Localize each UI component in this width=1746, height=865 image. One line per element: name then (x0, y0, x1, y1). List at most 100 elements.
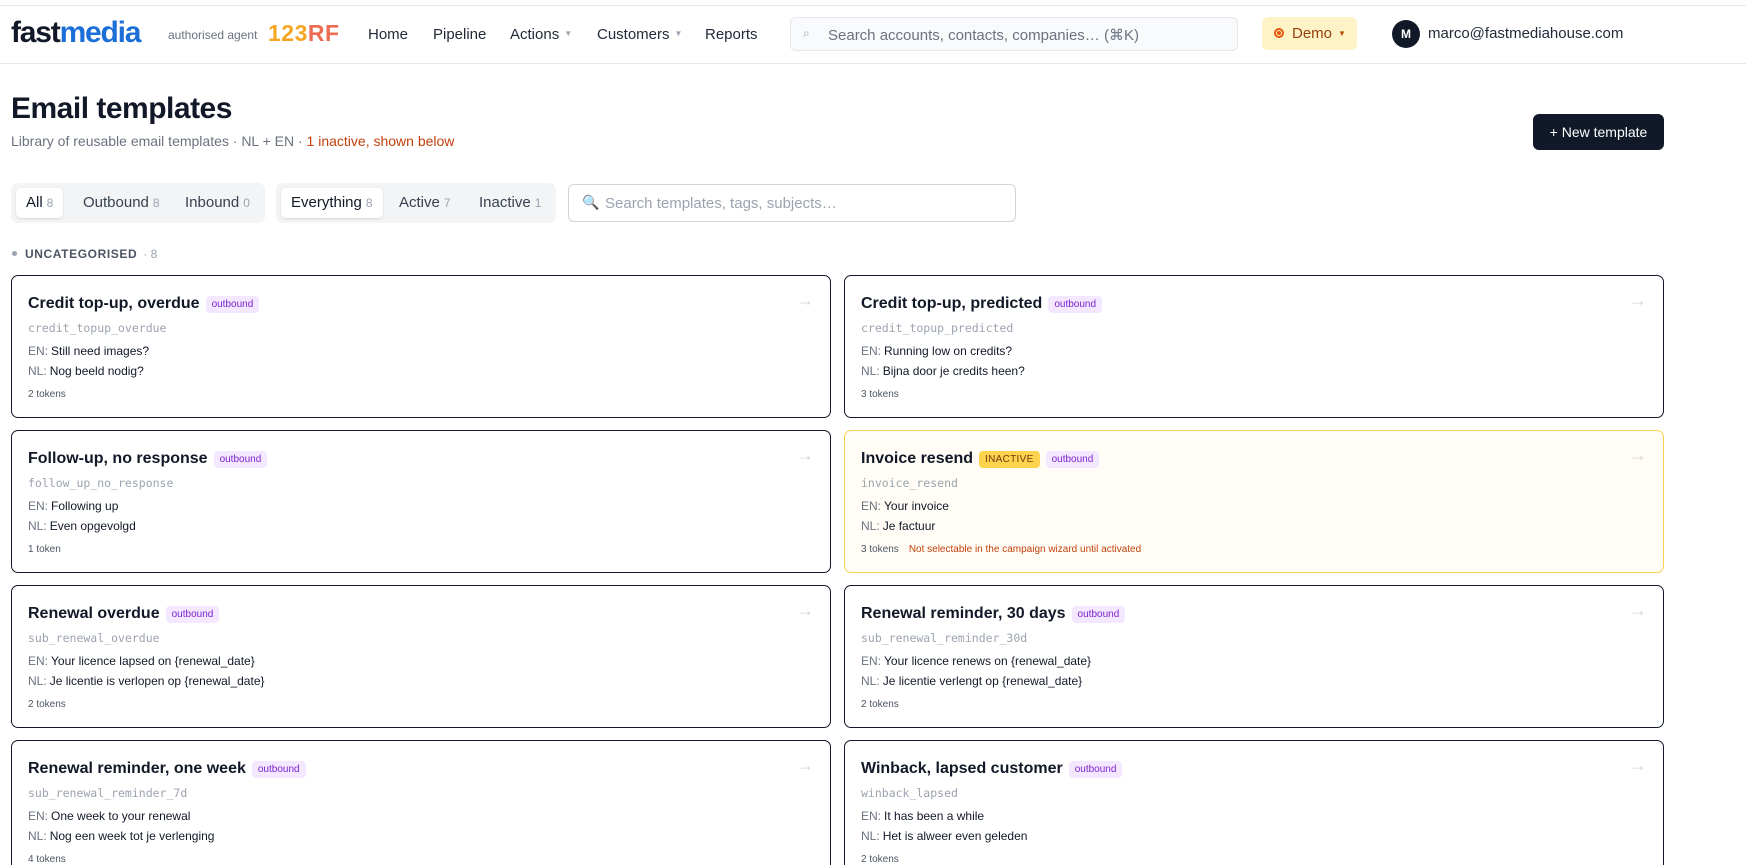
outbound-badge: outbound (165, 605, 220, 623)
subject-en: EN: One week to your renewal (28, 809, 190, 823)
nav-actions-label: Actions (510, 26, 560, 43)
arrow-right-icon[interactable]: → (1629, 600, 1647, 621)
outbound-badge: outbound (1068, 760, 1123, 778)
inactive-notice: 1 inactive, shown below (306, 133, 455, 149)
subject-en-text: Your licence renews on {renewal_date} (884, 654, 1092, 668)
outbound-badge: outbound (1071, 605, 1126, 623)
global-search-input[interactable]: ⌕ Search accounts, contacts, companies… … (790, 17, 1238, 51)
filter-outbound[interactable]: Outbound 8 (73, 188, 170, 218)
template-key: invoice_resend (861, 476, 958, 490)
nav-home[interactable]: Home (368, 26, 408, 43)
nav-pipeline[interactable]: Pipeline (433, 26, 486, 43)
template-key: winback_lapsed (861, 786, 958, 800)
subject-nl-text: Je licentie is verlopen op {renewal_date… (49, 674, 265, 688)
page-title: Email templates (11, 92, 232, 125)
subject-en-text: Still need images? (51, 344, 150, 358)
filter-active[interactable]: Active 7 (389, 188, 461, 218)
arrow-right-icon[interactable]: → (796, 600, 814, 621)
subject-en-text: Your invoice (884, 499, 949, 513)
template-card[interactable]: Follow-up, no response outbound follow_up… (11, 430, 831, 573)
filter-all-label: All (26, 194, 43, 211)
radio-dot-icon (1274, 28, 1284, 38)
lang-en-label: EN: (28, 654, 49, 668)
global-search-placeholder: Search accounts, contacts, companies… (⌘… (828, 27, 1139, 44)
filter-everything[interactable]: Everything 8 (281, 188, 383, 218)
subject-nl-text: Nog een week tot je verlenging (49, 829, 215, 843)
lang-nl-label: NL: (28, 829, 47, 843)
fastmedia-logo[interactable]: fastmedia (11, 16, 142, 50)
subject-nl-text: Bijna door je credits heen? (882, 364, 1025, 378)
filter-outbound-label: Outbound (83, 194, 149, 211)
subject-nl: NL: Nog beeld nodig? (28, 364, 144, 378)
template-card[interactable]: Renewal reminder, 30 days outbound sub_re… (844, 585, 1664, 728)
direction-filter: All 8 Outbound 8 Inbound 0 (11, 183, 265, 223)
subject-nl: NL: Je licentie is verlopen op {renewal_d… (28, 674, 265, 688)
123rf-logo: 123RF (268, 20, 340, 47)
filter-all[interactable]: All 8 (16, 188, 64, 218)
nav-customers[interactable]: Customers ▼ (597, 26, 682, 43)
filter-outbound-count: 8 (152, 196, 160, 210)
template-search-input[interactable]: 🔍 Search templates, tags, subjects… (568, 184, 1016, 222)
arrow-right-icon[interactable]: → (796, 445, 814, 466)
subject-en-text: It has been a while (884, 809, 985, 823)
arrow-right-icon[interactable]: → (796, 755, 814, 776)
lang-nl-label: NL: (28, 519, 47, 533)
user-email[interactable]: marco@fastmediahouse.com (1428, 25, 1623, 42)
template-card[interactable]: Renewal reminder, one week outbound sub_r… (11, 740, 831, 865)
lang-en-label: EN: (28, 809, 49, 823)
filter-inactive[interactable]: Inactive 1 (469, 188, 551, 218)
subject-en: EN: Following up (28, 499, 118, 513)
template-card[interactable]: Winback, lapsed customer outbound winback… (844, 740, 1664, 865)
template-name: Invoice resend (861, 450, 974, 467)
nav-customers-label: Customers (597, 26, 670, 43)
template-name: Credit top-up, overdue (28, 295, 200, 312)
filter-active-count: 7 (443, 196, 451, 210)
subject-nl: NL: Bijna door je credits heen? (861, 364, 1025, 378)
demo-environment-dropdown[interactable]: Demo ▼ (1262, 17, 1357, 50)
card-title-row: Invoice resend INACTIVE outbound (861, 450, 1100, 468)
template-key: sub_renewal_reminder_7d (28, 786, 188, 800)
subject-en: EN: Your invoice (861, 499, 949, 513)
subject-en: EN: Your licence lapsed on {renewal_date} (28, 654, 255, 668)
arrow-right-icon[interactable]: → (1629, 445, 1647, 466)
token-count: 2 tokens (28, 699, 66, 710)
subject-en-text: Running low on credits? (884, 344, 1013, 358)
subject-en: EN: Your licence renews on {renewal_date} (861, 654, 1091, 668)
template-card[interactable]: Credit top-up, overdue outbound credit_to… (11, 275, 831, 418)
page-subtitle: Library of reusable email templates · NL… (11, 133, 454, 149)
nav-actions[interactable]: Actions ▼ (510, 26, 572, 43)
new-template-button[interactable]: + New template (1533, 114, 1664, 150)
caret-down-icon: ▼ (564, 29, 573, 38)
token-count: 2 tokens (861, 854, 899, 865)
subtitle-text: Library of reusable email templates · NL… (11, 133, 307, 149)
subject-nl: NL: Je licentie verlengt op {renewal_date… (861, 674, 1082, 688)
subject-en-text: One week to your renewal (51, 809, 191, 823)
arrow-right-icon[interactable]: → (1629, 755, 1647, 776)
caret-down-icon: ▼ (1338, 29, 1346, 38)
filter-inactive-label: Inactive (479, 194, 531, 211)
section-count: · 8 (143, 247, 158, 261)
filter-inbound[interactable]: Inbound 0 (175, 188, 260, 218)
template-card[interactable]: Renewal overdue outbound sub_renewal_over… (11, 585, 831, 728)
template-key: sub_renewal_reminder_30d (861, 631, 1028, 645)
card-title-row: Winback, lapsed customer outbound (861, 760, 1123, 778)
user-avatar[interactable]: M (1392, 20, 1420, 48)
bullet-icon (12, 251, 17, 256)
lang-en-label: EN: (861, 809, 882, 823)
lang-nl-label: NL: (861, 829, 880, 843)
subject-nl-text: Je factuur (882, 519, 936, 533)
subject-nl-text: Even opgevolgd (49, 519, 136, 533)
filter-everything-label: Everything (291, 194, 362, 211)
token-count-row: 3 tokens Not selectable in the campaign w… (861, 544, 1141, 555)
template-card-inactive[interactable]: Invoice resend INACTIVE outbound invoice_r… (844, 430, 1664, 573)
arrow-right-icon[interactable]: → (796, 290, 814, 311)
nav-reports[interactable]: Reports (705, 26, 758, 43)
template-key: credit_topup_overdue (28, 321, 167, 335)
lang-en-label: EN: (28, 344, 49, 358)
arrow-right-icon[interactable]: → (1629, 290, 1647, 311)
template-name: Winback, lapsed customer (861, 760, 1063, 777)
card-title-row: Renewal reminder, 30 days outbound (861, 605, 1126, 623)
template-card[interactable]: Credit top-up, predicted outbound credit_… (844, 275, 1664, 418)
logo-text-part2: media (59, 16, 142, 49)
lang-en-label: EN: (28, 499, 49, 513)
